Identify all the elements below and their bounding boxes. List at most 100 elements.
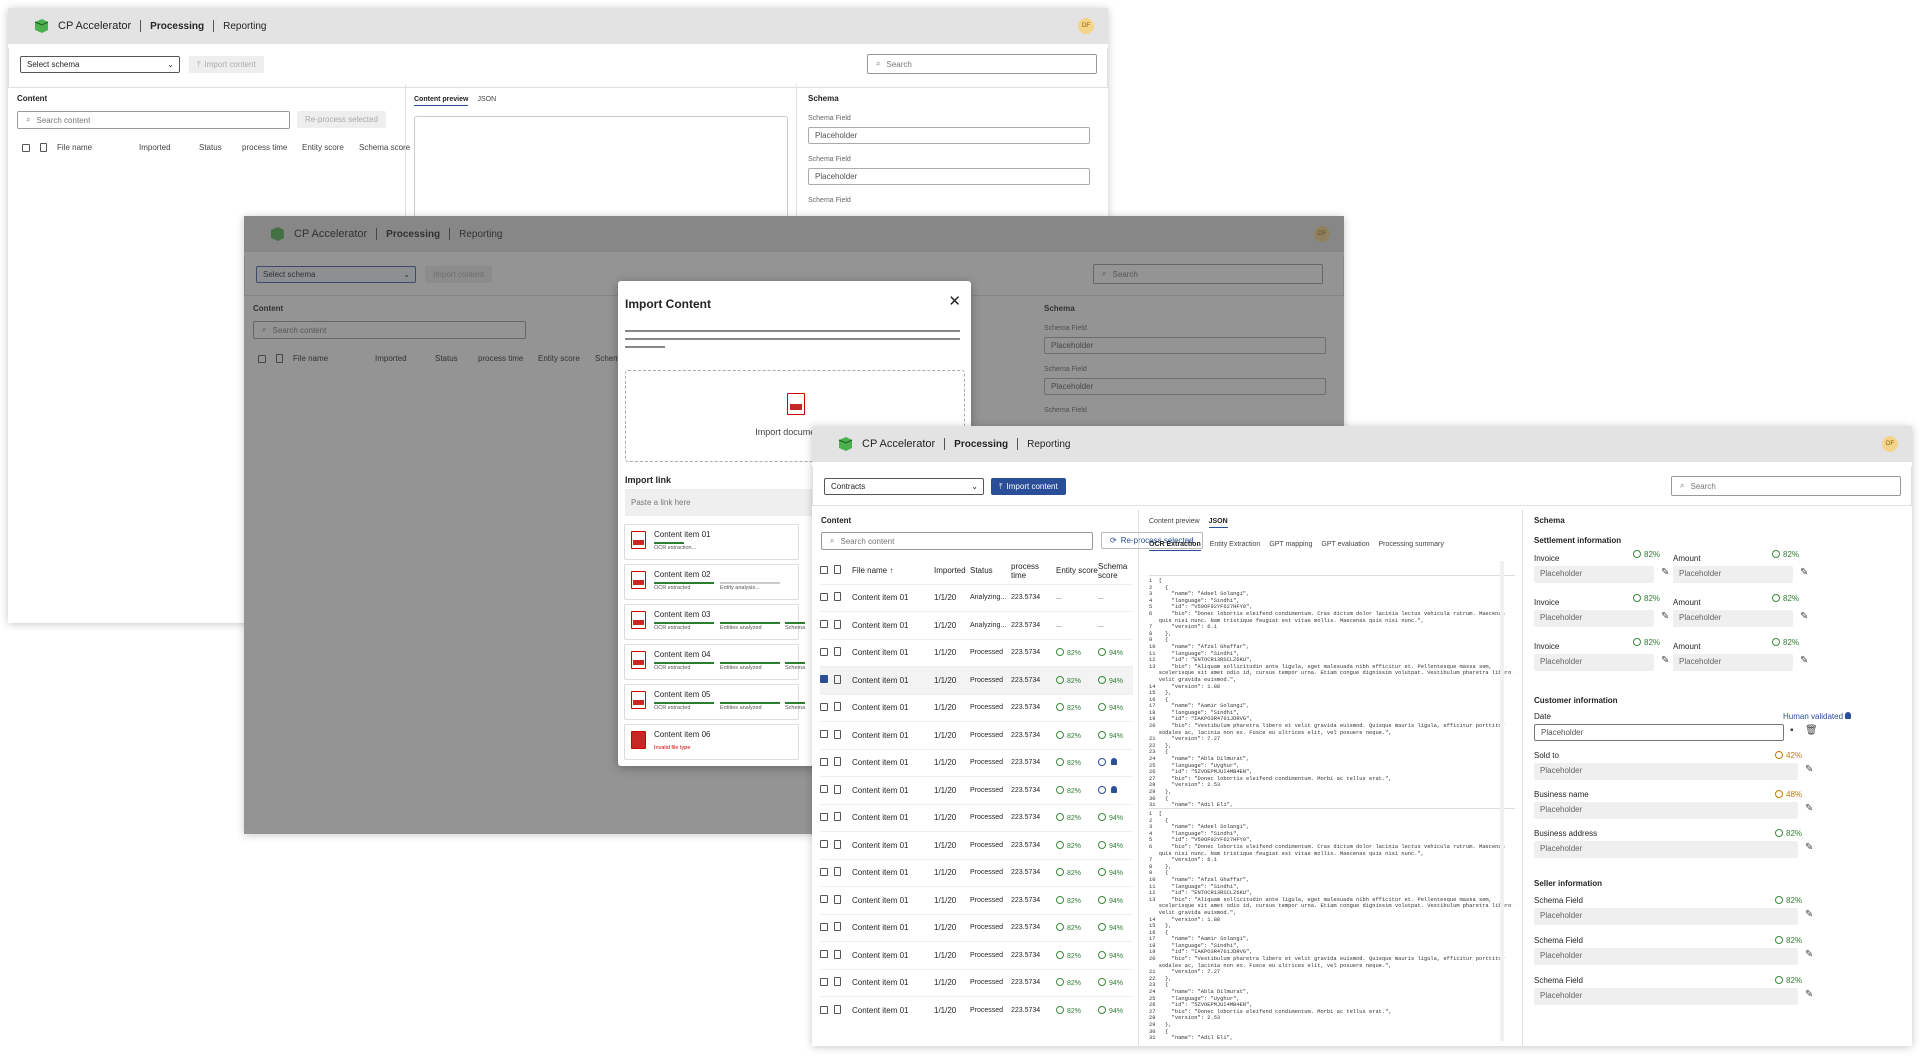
content-search[interactable]: ⌕ Search content bbox=[17, 111, 290, 129]
row-checkbox[interactable] bbox=[820, 977, 828, 986]
amount-input[interactable]: Placeholder bbox=[1673, 610, 1793, 627]
import-item[interactable]: Content item 03 OCR extracted Entities ana… bbox=[624, 604, 805, 640]
table-row[interactable]: Content item 01 1/1/20 Processed 223.5734 82… bbox=[820, 996, 1133, 1024]
table-row[interactable]: Content item 01 1/1/20 Processed 223.5734 82… bbox=[820, 941, 1133, 969]
save-icon[interactable]: ▪ bbox=[1790, 725, 1794, 736]
import-item[interactable]: Content item 06 Invalid file type bbox=[624, 724, 799, 760]
edit-icon[interactable]: ✎ bbox=[1800, 655, 1808, 666]
table-row[interactable]: Content item 01 1/1/20 Processed 223.5734 82… bbox=[820, 748, 1133, 777]
col-file-name[interactable]: File name bbox=[852, 566, 887, 575]
import-link-input[interactable]: Paste a link here bbox=[625, 489, 825, 516]
tab-content-preview[interactable]: Content preview bbox=[1149, 518, 1200, 525]
edit-icon[interactable]: ✎ bbox=[1661, 655, 1669, 666]
row-checkbox[interactable] bbox=[820, 895, 828, 904]
row-checkbox[interactable] bbox=[820, 785, 828, 794]
json-viewer-2[interactable]: 1 [ 2 { 3 "name": "Adeel Solangi", 4 "la… bbox=[1149, 808, 1515, 1040]
avatar[interactable]: DF bbox=[1882, 436, 1898, 452]
seller-field-input[interactable]: Placeholder bbox=[1534, 988, 1798, 1005]
seller-field-input[interactable]: Placeholder bbox=[1534, 948, 1798, 965]
invoice-input[interactable]: Placeholder bbox=[1534, 654, 1654, 671]
table-row[interactable]: Content item 01 1/1/20 Processed 223.5734 82… bbox=[820, 886, 1133, 914]
row-checkbox[interactable] bbox=[820, 702, 828, 711]
edit-icon[interactable]: ✎ bbox=[1661, 611, 1669, 622]
sold-to-input[interactable]: Placeholder bbox=[1534, 763, 1798, 780]
edit-icon[interactable]: ✎ bbox=[1800, 567, 1808, 578]
table-row[interactable]: Content item 01 1/1/20 Processed 223.5734 82… bbox=[820, 858, 1133, 887]
delete-icon[interactable]: 🗑 bbox=[1805, 725, 1818, 736]
edit-icon[interactable]: ✎ bbox=[1661, 567, 1669, 578]
col-process-time[interactable]: process time bbox=[1011, 562, 1039, 580]
edit-icon[interactable]: ✎ bbox=[1805, 803, 1813, 814]
edit-icon[interactable]: ✎ bbox=[1805, 909, 1813, 920]
col-schema-score[interactable]: Schema score bbox=[1098, 562, 1127, 580]
table-row[interactable]: Content item 01 1/1/20 Processed 223.5734 82… bbox=[820, 968, 1133, 997]
search-input[interactable]: ⌕Search bbox=[1671, 476, 1901, 496]
content-search[interactable]: ⌕ Search content bbox=[821, 532, 1093, 550]
select-all-checkbox[interactable] bbox=[820, 565, 828, 574]
row-checkbox[interactable] bbox=[820, 620, 828, 629]
table-row[interactable]: Content item 01 1/1/20 Analyzing... 223.573… bbox=[820, 583, 1133, 612]
seller-field-input[interactable]: Placeholder bbox=[1534, 908, 1798, 925]
col-imported[interactable]: Imported bbox=[934, 566, 966, 575]
table-row[interactable]: Content item 01 1/1/20 Processed 223.5734 82… bbox=[820, 693, 1133, 722]
table-row[interactable]: Content item 01 1/1/20 Analyzing... 223.573… bbox=[820, 611, 1133, 639]
edit-icon[interactable]: ✎ bbox=[1805, 764, 1813, 775]
schema-field-input[interactable]: Placeholder bbox=[808, 168, 1090, 185]
preview-tabs[interactable]: Content preview JSON bbox=[414, 94, 505, 106]
reprocess-button[interactable]: Re-process selected bbox=[297, 111, 386, 128]
import-item[interactable]: Content item 01 OCR extraction... bbox=[624, 524, 799, 560]
row-checkbox[interactable] bbox=[820, 647, 828, 656]
nav-processing[interactable]: Processing bbox=[954, 439, 1008, 450]
row-checkbox[interactable] bbox=[820, 1005, 828, 1014]
subtab-gpt-mapping[interactable]: GPT mapping bbox=[1269, 541, 1312, 548]
nav-reporting[interactable]: Reporting bbox=[223, 21, 266, 32]
table-row[interactable]: Content item 01 1/1/20 Processed 223.5734 82… bbox=[820, 803, 1133, 832]
row-checkbox[interactable] bbox=[820, 675, 828, 684]
row-checkbox[interactable] bbox=[820, 867, 828, 876]
table-row[interactable]: Content item 01 1/1/20 Processed 223.5734 82… bbox=[820, 666, 1133, 694]
subtab-entity[interactable]: Entity Extraction bbox=[1210, 541, 1261, 548]
import-item[interactable]: Content item 02 OCR extracted Entity analy… bbox=[624, 564, 799, 600]
import-item[interactable]: Content item 05 OCR extracted Entities ana… bbox=[624, 684, 805, 720]
row-checkbox[interactable] bbox=[820, 730, 828, 739]
row-checkbox[interactable] bbox=[820, 812, 828, 821]
row-checkbox[interactable] bbox=[820, 950, 828, 959]
subtab-gpt-evaluation[interactable]: GPT evaluation bbox=[1321, 541, 1369, 548]
schema-field-input[interactable]: Placeholder bbox=[808, 127, 1090, 144]
scrollbar[interactable] bbox=[1500, 561, 1504, 1041]
edit-icon[interactable]: ✎ bbox=[1805, 989, 1813, 1000]
business-name-input[interactable]: Placeholder bbox=[1534, 802, 1798, 819]
date-input[interactable]: Placeholder bbox=[1534, 724, 1784, 741]
business-address-input[interactable]: Placeholder bbox=[1534, 841, 1798, 858]
json-viewer[interactable]: 1 [ 2 { 3 "name": "Adeel Solangi", 4 "la… bbox=[1149, 575, 1515, 807]
import-content-button[interactable]: ⤒ Import content bbox=[189, 56, 264, 73]
table-row[interactable]: Content item 01 1/1/20 Processed 223.5734 82… bbox=[820, 831, 1133, 859]
import-item[interactable]: Content item 04 OCR extracted Entities ana… bbox=[624, 644, 805, 680]
search-input[interactable]: ⌕Search bbox=[867, 54, 1097, 74]
col-status[interactable]: Status bbox=[970, 566, 993, 575]
amount-input[interactable]: Placeholder bbox=[1673, 566, 1793, 583]
table-row[interactable]: Content item 01 1/1/20 Processed 223.5734 82… bbox=[820, 721, 1133, 749]
subtab-summary[interactable]: Processing summary bbox=[1379, 541, 1444, 548]
row-checkbox[interactable] bbox=[820, 592, 828, 601]
table-row[interactable]: Content item 01 1/1/20 Processed 223.5734 82… bbox=[820, 776, 1133, 804]
amount-input[interactable]: Placeholder bbox=[1673, 654, 1793, 671]
col-entity-score[interactable]: Entity score bbox=[1056, 566, 1098, 575]
close-icon[interactable]: ✕ bbox=[948, 292, 961, 310]
schema-select[interactable]: Contracts ⌄ bbox=[824, 478, 984, 495]
table-row[interactable]: Content item 01 1/1/20 Processed 223.5734 82… bbox=[820, 638, 1133, 667]
edit-icon[interactable]: ✎ bbox=[1800, 611, 1808, 622]
edit-icon[interactable]: ✎ bbox=[1805, 842, 1813, 853]
invoice-input[interactable]: Placeholder bbox=[1534, 566, 1654, 583]
import-content-button[interactable]: ⤒ Import content bbox=[991, 478, 1066, 495]
nav-processing[interactable]: Processing bbox=[150, 21, 204, 32]
row-checkbox[interactable] bbox=[820, 840, 828, 849]
tab-json[interactable]: JSON bbox=[1208, 518, 1228, 528]
row-checkbox[interactable] bbox=[820, 922, 828, 931]
avatar[interactable]: DF bbox=[1078, 18, 1094, 34]
row-checkbox[interactable] bbox=[820, 757, 828, 766]
table-row[interactable]: Content item 01 1/1/20 Processed 223.5734 82… bbox=[820, 913, 1133, 942]
nav-reporting[interactable]: Reporting bbox=[1027, 439, 1070, 450]
invoice-input[interactable]: Placeholder bbox=[1534, 610, 1654, 627]
edit-icon[interactable]: ✎ bbox=[1805, 949, 1813, 960]
